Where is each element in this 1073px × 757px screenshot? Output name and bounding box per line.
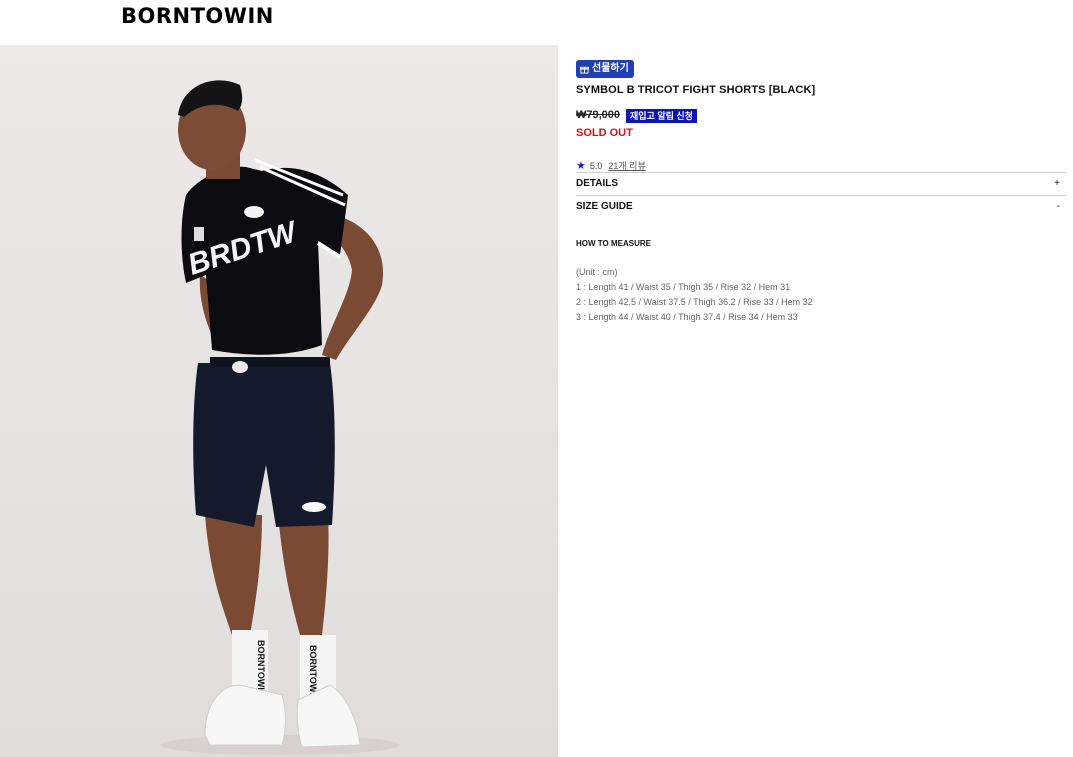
measure-heading: HOW TO MEASURE <box>576 239 651 248</box>
divider <box>576 172 1066 173</box>
minus-icon[interactable]: - <box>1057 201 1060 212</box>
restock-notify-button[interactable]: 재입고 알림 신청 <box>626 109 697 123</box>
size-row: 2 : Length 42.5 / Waist 37.5 / Thigh 36.… <box>576 297 813 307</box>
site-header: BORNTOWIN <box>0 0 1073 45</box>
size-row: 3 : Length 44 / Waist 40 / Thigh 37.4 / … <box>576 312 798 322</box>
accordion-details-label: DETAILS <box>576 178 619 189</box>
product-price: ₩79,000 <box>576 109 621 121</box>
plus-icon[interactable]: + <box>1054 178 1060 189</box>
rating-value: 5.0 <box>589 160 603 171</box>
size-row: 1 : Length 41 / Waist 35 / Thigh 35 / Ri… <box>576 282 791 292</box>
size-unit: (Unit : cm) <box>576 267 618 277</box>
brand-logo[interactable]: BORNTOWIN <box>121 4 274 28</box>
gift-icon <box>580 66 589 74</box>
accordion-size-guide-label: SIZE GUIDE <box>576 201 633 212</box>
size-guide-list: (Unit : cm) 1 : Length 41 / Waist 35 / T… <box>576 265 813 325</box>
model-illustration: BORNTOWIN BORNTOWIN BRDTW <box>160 80 400 755</box>
sock-text-left: BORNTOWIN <box>256 640 266 696</box>
product-title: SYMBOL B TRICOT FIGHT SHORTS [BLACK] <box>576 84 816 96</box>
sold-out-status: SOLD OUT <box>576 127 633 139</box>
divider <box>576 195 1066 196</box>
star-icon: ★ <box>576 160 586 172</box>
gift-button[interactable]: 선물하기 <box>576 60 634 78</box>
accordion-details[interactable]: DETAILS + <box>576 178 1060 189</box>
accordion-size-guide[interactable]: SIZE GUIDE - <box>576 201 1060 212</box>
reviews-link[interactable]: 21개 리뷰 <box>608 159 645 172</box>
rating-summary: ★ 5.0 21개 리뷰 <box>576 159 646 172</box>
product-photo: BORNTOWIN BORNTOWIN BRDTW <box>0 45 558 757</box>
gift-button-label: 선물하기 <box>592 63 629 74</box>
